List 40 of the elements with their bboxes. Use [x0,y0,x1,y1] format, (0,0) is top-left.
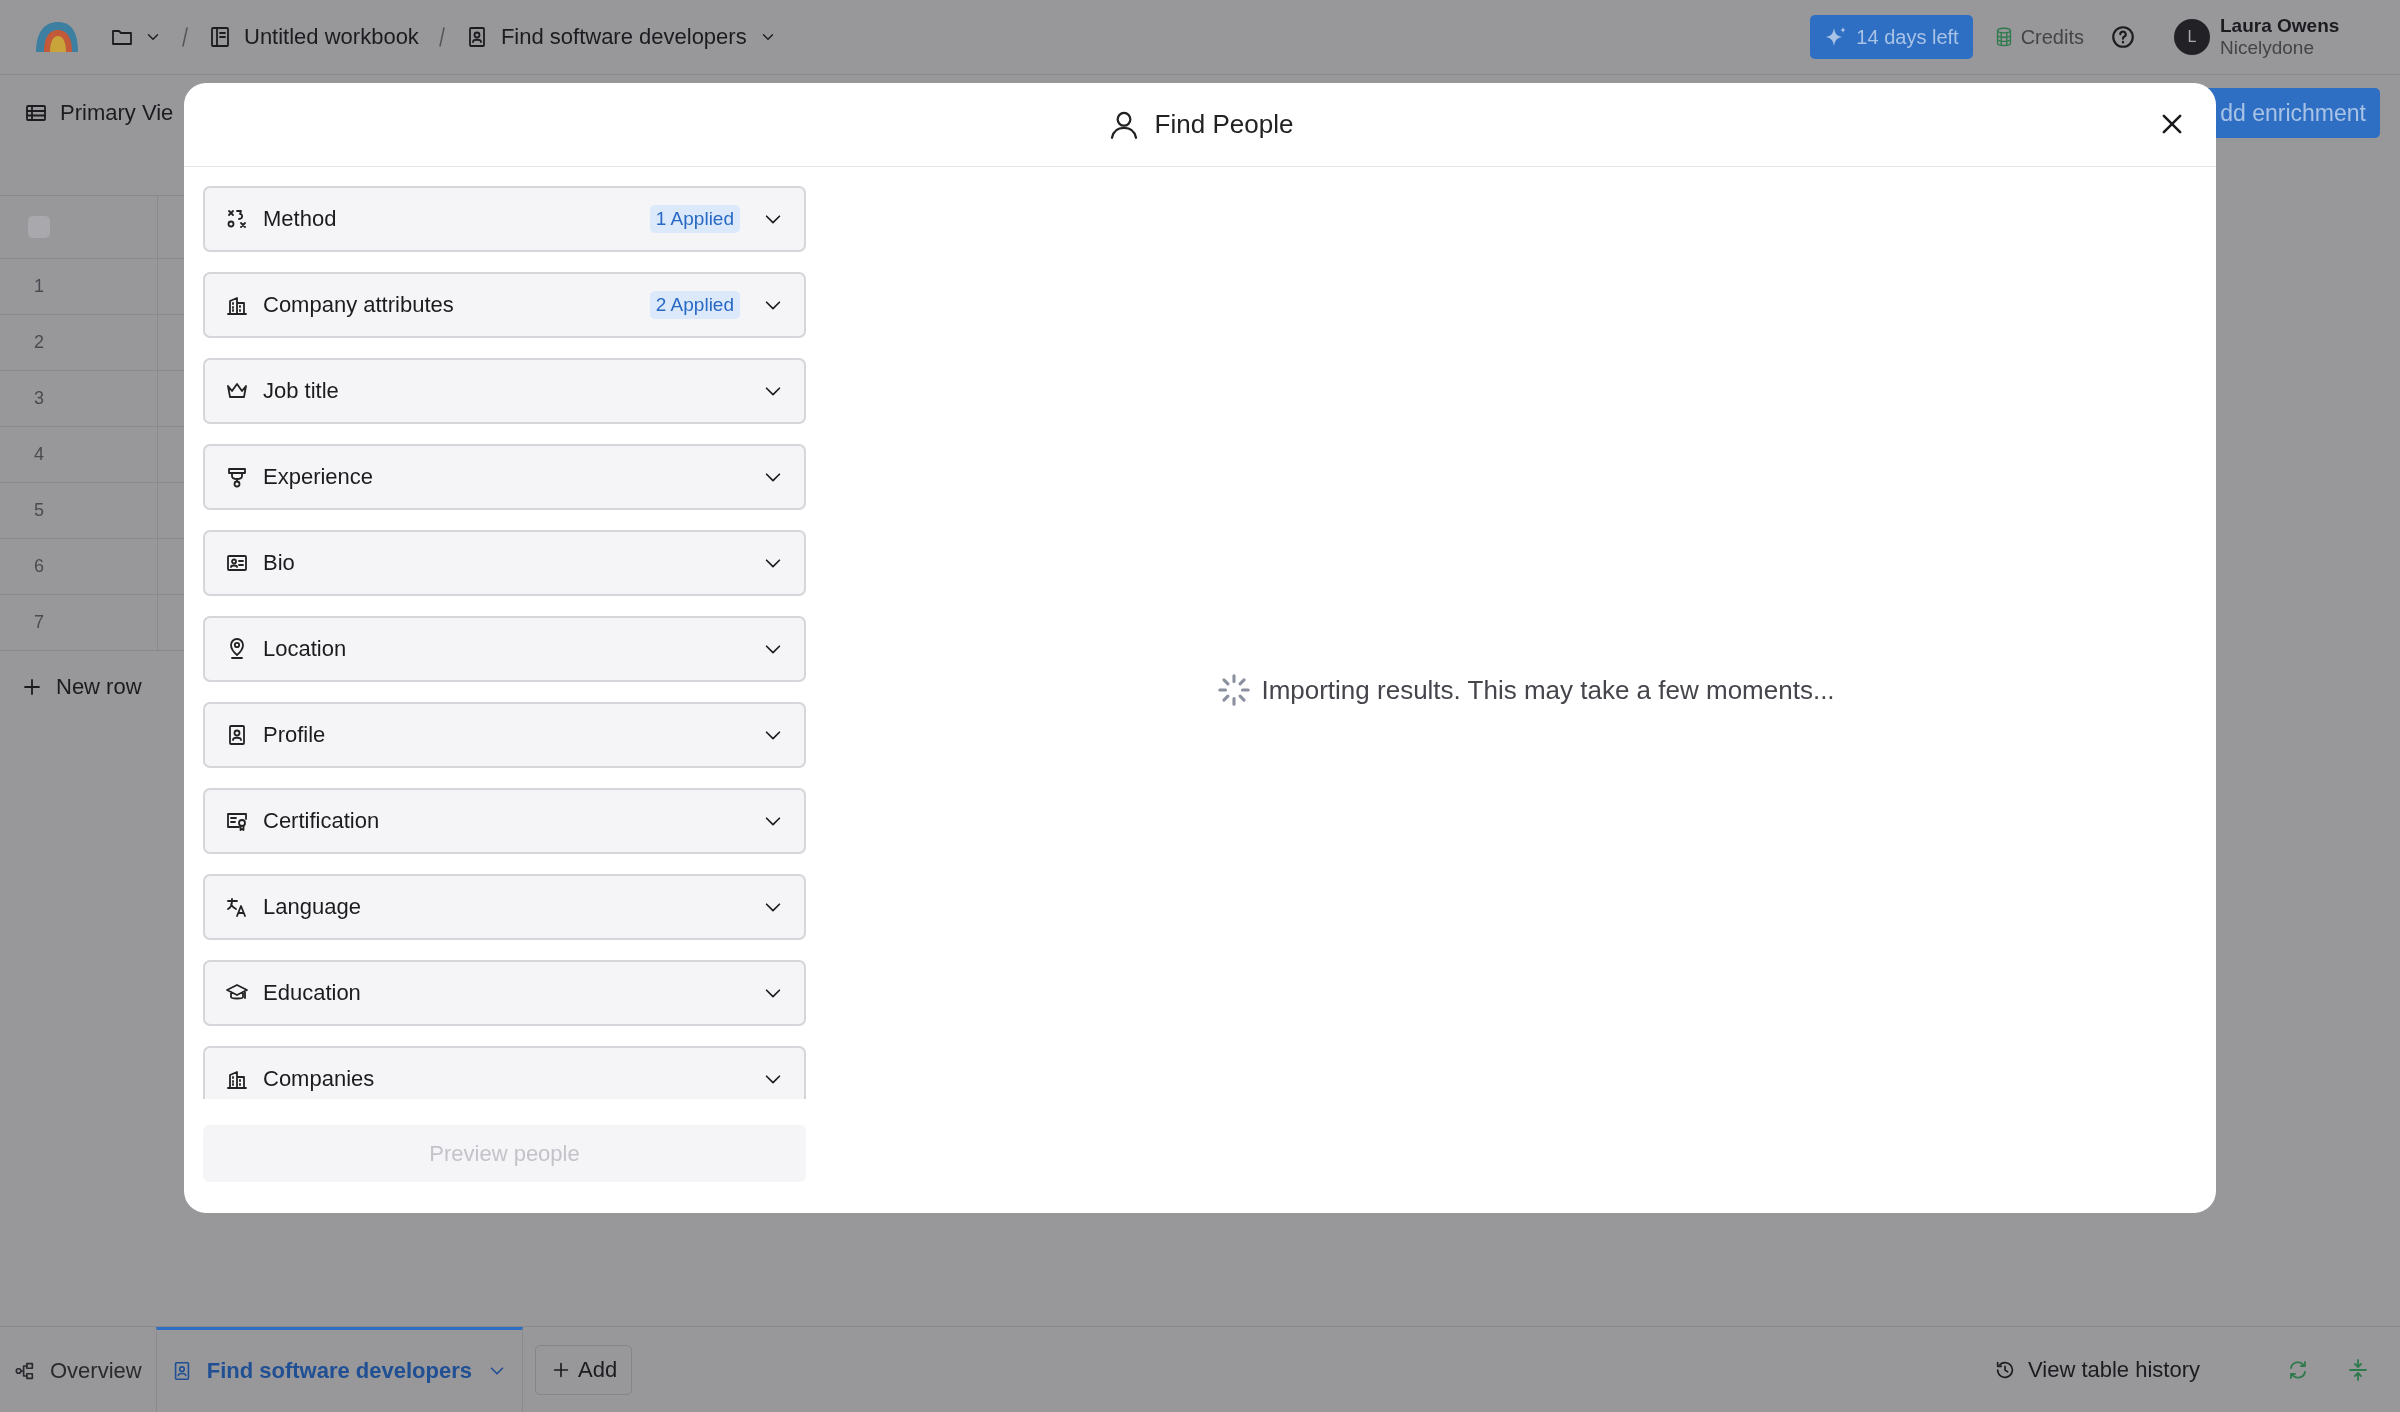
filter-section[interactable]: Experience [203,444,806,510]
row-number: 3 [34,388,44,409]
breadcrumb-link[interactable]: Untitled workbook [208,24,419,50]
document-icon [208,25,232,49]
filter-section[interactable]: Education [203,960,806,1026]
filter-section[interactable]: Certification [203,788,806,854]
add-sheet-button[interactable]: Add [535,1344,633,1395]
help-icon[interactable] [2110,24,2136,50]
row-number: 1 [34,276,44,297]
filter-section[interactable]: Bio [203,530,806,596]
user-avatar[interactable]: L [2174,19,2210,55]
filter-section[interactable]: Profile [203,702,806,768]
row-number: 2 [34,332,44,353]
row-number: 4 [34,444,44,465]
applied-count: 2 Applied [649,291,740,319]
slash-separator-icon [180,25,190,49]
filter-section[interactable]: Language [203,874,806,940]
sheet-tab[interactable]: Overview [10,1327,156,1412]
row-number: 6 [34,556,44,577]
loading-spinner-icon [1217,673,1252,707]
filter-section[interactable]: Method 1 Applied [203,186,806,252]
loading-message: Importing results. This may take a few moments... [1261,674,1835,706]
organization-name: Nicelydone [2220,37,2315,59]
row-number: 7 [34,612,44,633]
user-name: Laura Owens [2220,15,2341,37]
applied-count: 1 Applied [649,205,740,233]
view-selector[interactable]: Primary Vie [24,100,174,126]
filter-section[interactable]: Companies [203,1046,806,1099]
diagram-icon [14,1360,36,1382]
trophy-icon [225,465,249,489]
strategy-icon [225,207,249,231]
filter-section[interactable]: Job title [203,358,806,424]
filter-section[interactable]: Location [203,616,806,682]
view-history-button[interactable]: View table history [1988,1355,2206,1384]
row-number: 5 [34,500,44,521]
breadcrumb-link[interactable]: Find software developers [464,24,777,50]
slash-separator-icon [436,25,447,49]
translate-icon [225,895,249,919]
filter-section[interactable]: Company attributes 2 Applied [203,272,806,338]
dialog-title: Find People [1106,107,1294,142]
